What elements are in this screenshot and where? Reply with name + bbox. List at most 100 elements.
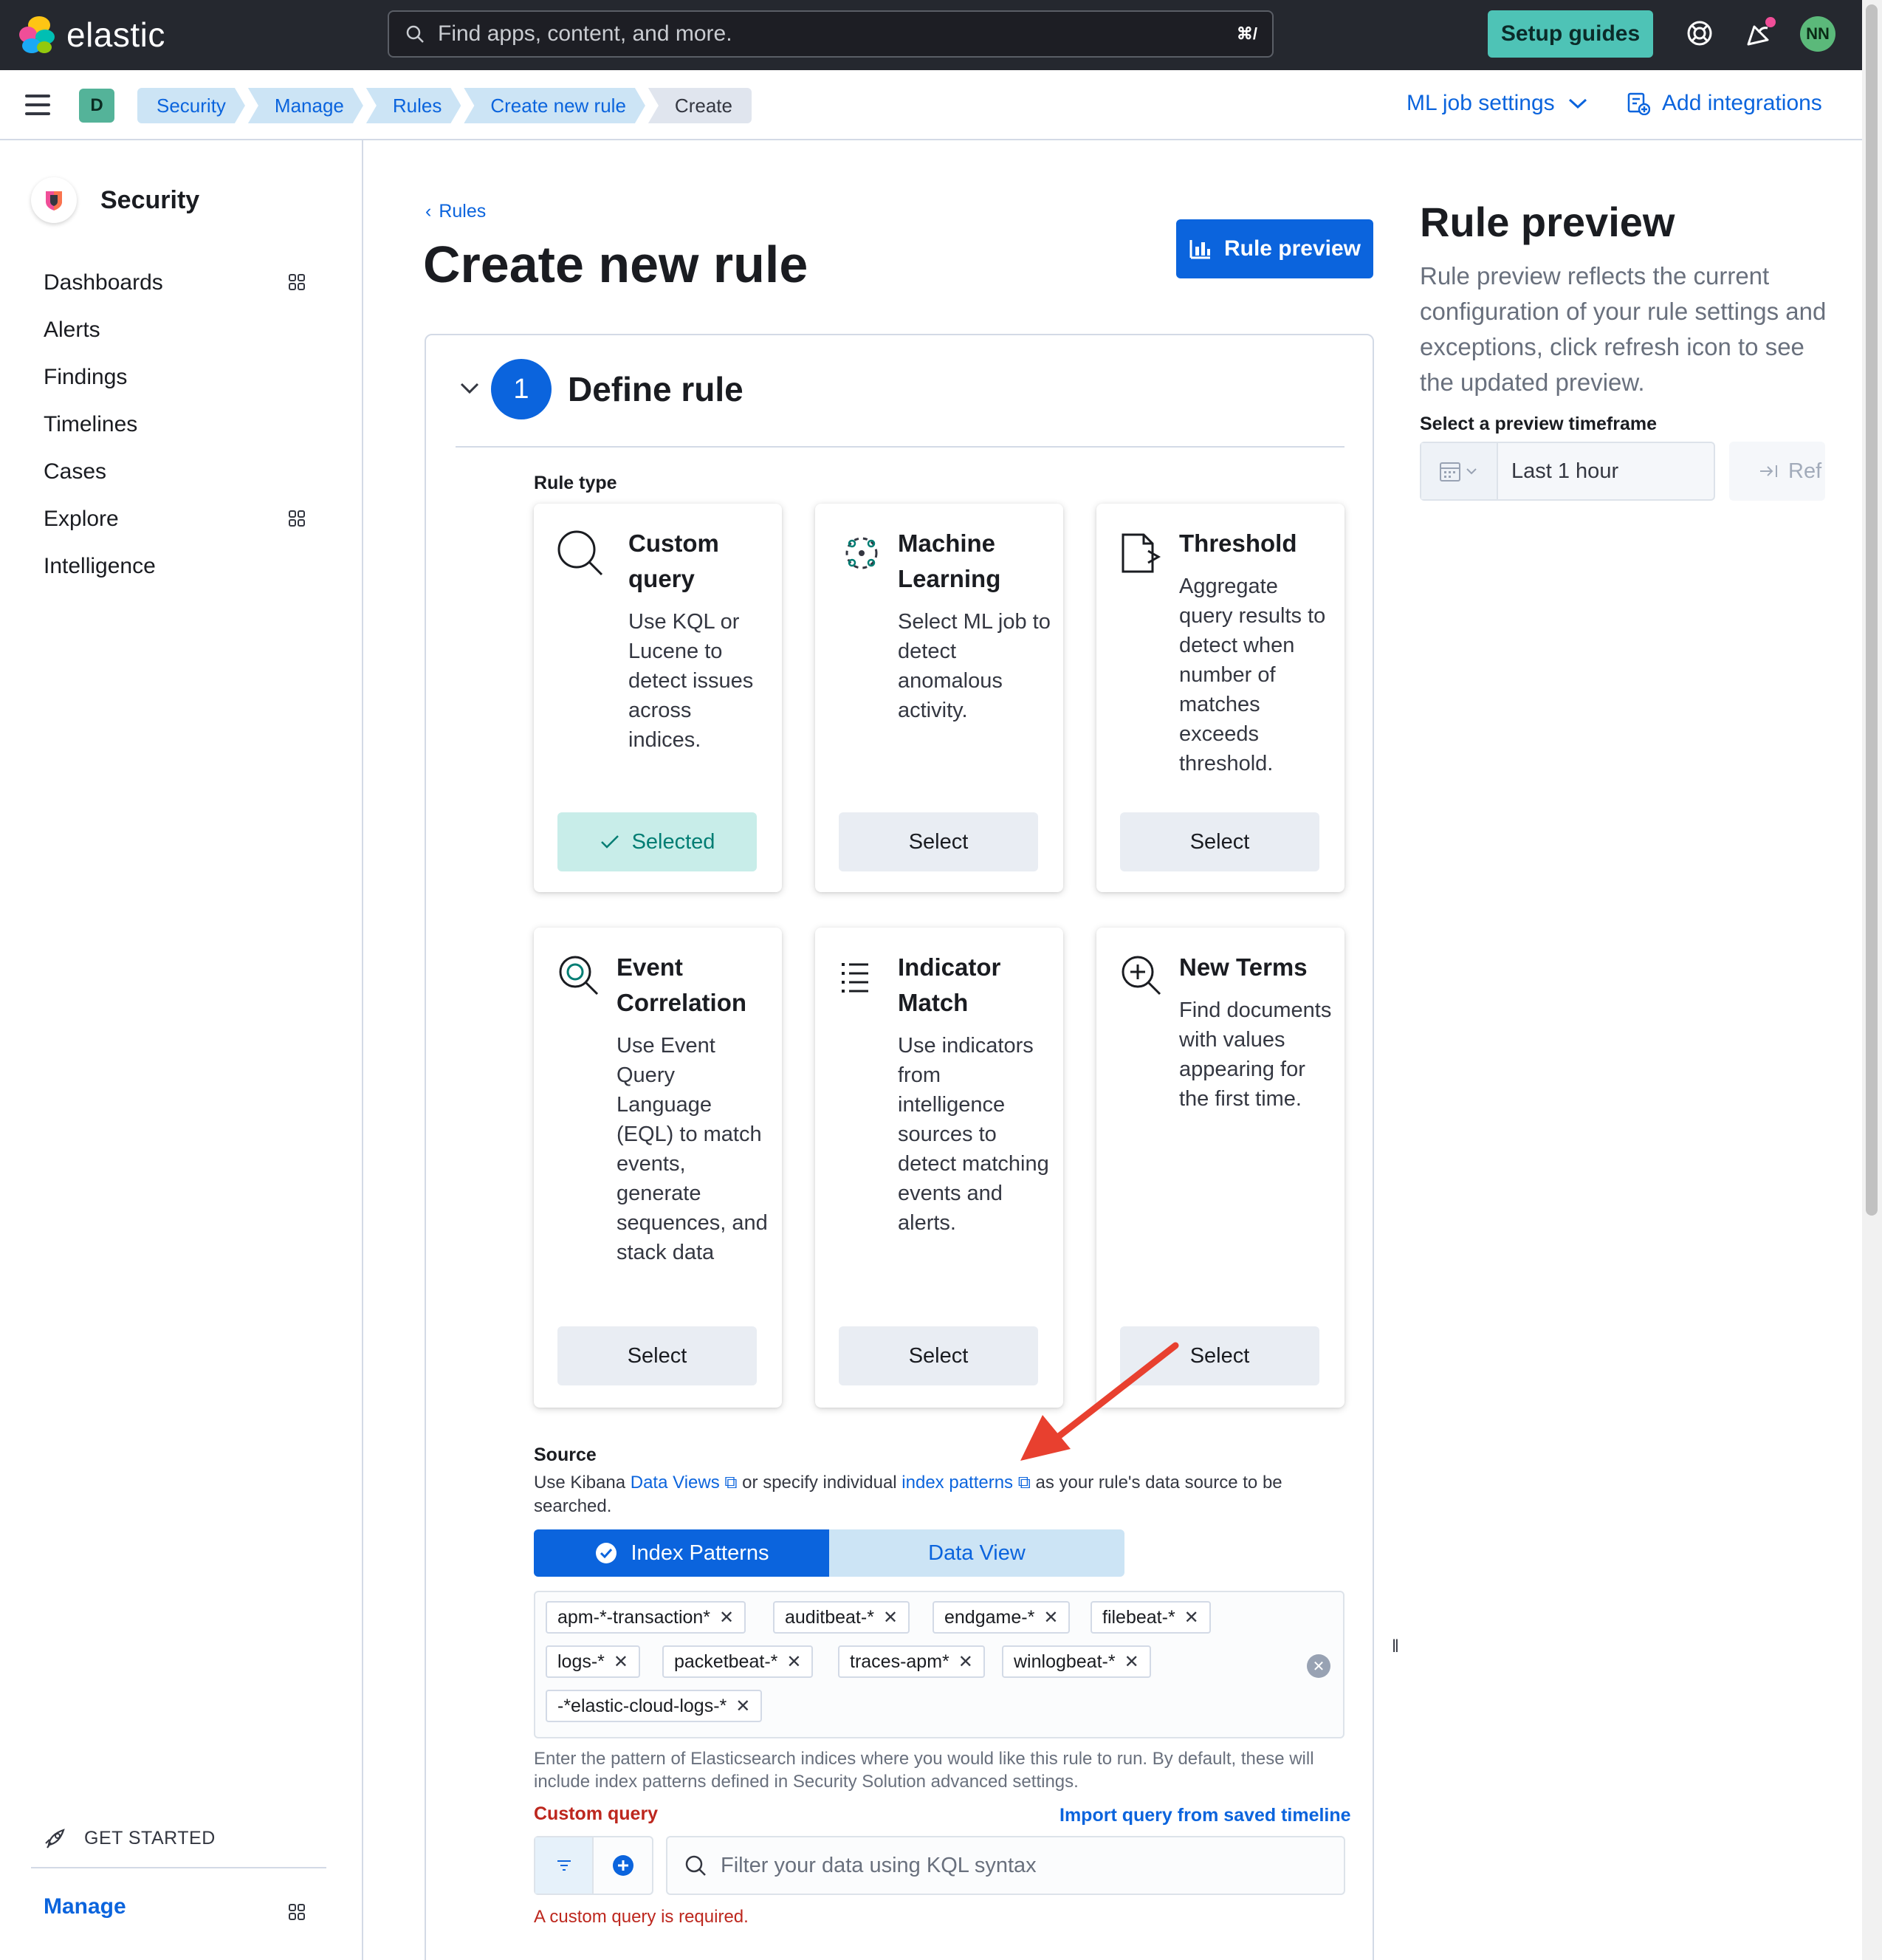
rule-type-card-event-correlation[interactable]: Event Correlation Use Event Query Langua… (534, 928, 782, 1408)
grid-icon[interactable] (288, 273, 306, 291)
chip-label: traces-apm* (850, 1651, 949, 1672)
close-icon[interactable]: ✕ (786, 1651, 801, 1673)
source-description: Use Kibana Data Views ⧉ or specify indiv… (534, 1471, 1346, 1518)
chip-label: -*elastic-cloud-logs-* (557, 1695, 727, 1716)
import-query-link[interactable]: Import query from saved timeline (1060, 1805, 1351, 1826)
setup-guides-button[interactable]: Setup guides (1488, 10, 1653, 58)
custom-query-label: Custom query (534, 1803, 659, 1824)
index-patterns-link[interactable]: index patterns (901, 1473, 1013, 1493)
card-title: Threshold (1179, 530, 1297, 557)
get-started-link[interactable]: GET STARTED (43, 1826, 216, 1851)
close-icon[interactable]: ✕ (719, 1607, 734, 1628)
query-filter-controls (534, 1836, 653, 1895)
select-button[interactable]: Select (1120, 812, 1319, 871)
clear-icon[interactable]: ✕ (1307, 1654, 1330, 1678)
rule-type-card-new-terms[interactable]: New Terms Find documents with values app… (1096, 928, 1344, 1408)
rule-type-card-indicator-match[interactable]: Indicator Match Use indicators from inte… (815, 928, 1063, 1408)
add-filter-icon[interactable] (594, 1837, 652, 1894)
rule-type-label: Rule type (534, 473, 617, 493)
rule-type-card-custom-query[interactable]: Custom query Use KQL or Lucene to detect… (534, 504, 782, 892)
calendar-icon[interactable] (1421, 443, 1498, 499)
sidebar-item-intelligence[interactable]: Intelligence (44, 554, 156, 579)
grid-icon[interactable] (288, 1903, 306, 1921)
breadcrumb-create: Create (648, 88, 752, 123)
source-type-toggle: Index Patterns Data View (534, 1529, 1124, 1577)
index-pattern-chip: winlogbeat-* ✕ (1002, 1645, 1151, 1678)
back-to-rules-link[interactable]: ‹ Rules (425, 201, 486, 222)
kql-placeholder: Filter your data using KQL syntax (721, 1853, 1037, 1877)
card-title: Indicator Match (898, 953, 1001, 1016)
tab-index-patterns-label: Index Patterns (631, 1541, 769, 1565)
kql-query-input[interactable]: Filter your data using KQL syntax (666, 1836, 1345, 1895)
scrollbar-thumb[interactable] (1866, 4, 1878, 1216)
index-patterns-help-text: Enter the pattern of Elasticsearch indic… (534, 1749, 1314, 1792)
sidebar-item-cases[interactable]: Cases (44, 459, 106, 484)
security-logo-icon (31, 177, 77, 223)
card-description: Find documents with values appearing for… (1179, 998, 1332, 1111)
sidebar-brand[interactable]: Security (31, 177, 199, 223)
breadcrumb-create-new-rule[interactable]: Create new rule (464, 88, 645, 123)
sidebar-item-dashboards[interactable]: Dashboards (44, 270, 163, 295)
card-description: Use KQL or Lucene to detect issues acros… (628, 610, 754, 752)
data-views-link[interactable]: Data Views (631, 1473, 720, 1493)
select-button[interactable]: Select (839, 1326, 1038, 1385)
user-avatar[interactable]: NN (1800, 16, 1835, 52)
refresh-button[interactable]: Ref (1729, 442, 1825, 501)
select-button[interactable]: Select (557, 1326, 757, 1385)
external-link-icon: ⧉ (1013, 1473, 1031, 1493)
tab-data-view[interactable]: Data View (829, 1529, 1124, 1577)
resize-handle-icon[interactable]: ‖ (1392, 1637, 1399, 1657)
breadcrumb-manage[interactable]: Manage (248, 88, 363, 123)
search-icon (406, 25, 424, 43)
news-feed-icon[interactable] (1742, 16, 1776, 50)
back-link-label: Rules (439, 201, 487, 222)
page-title: Create new rule (423, 236, 808, 293)
close-icon[interactable]: ✕ (735, 1696, 750, 1717)
page-scrollbar[interactable] (1862, 0, 1882, 1960)
rule-type-card-machine-learning[interactable]: Machine Learning Select ML job to detect… (815, 504, 1063, 892)
sidebar-item-explore[interactable]: Explore (44, 507, 119, 532)
rule-type-card-threshold[interactable]: Threshold Aggregate query results to det… (1096, 504, 1344, 892)
close-icon[interactable]: ✕ (614, 1651, 628, 1673)
sidebar-item-manage[interactable]: Manage (44, 1894, 126, 1919)
filter-options-icon[interactable] (535, 1837, 594, 1894)
elastic-brand-text: elastic (66, 16, 165, 54)
add-integrations-button[interactable]: Add integrations (1627, 91, 1822, 116)
source-text-1: Use Kibana (534, 1473, 631, 1493)
breadcrumb-security[interactable]: Security (137, 88, 245, 123)
breadcrumb: Security Manage Rules Create new rule Cr… (137, 88, 755, 123)
preview-timeframe-select[interactable]: Last 1 hour (1420, 442, 1715, 501)
space-avatar[interactable]: D (79, 89, 114, 123)
global-search-input[interactable]: Find apps, content, and more. ⌘/ (388, 10, 1274, 58)
menu-toggle-icon[interactable] (25, 95, 50, 115)
index-patterns-combobox[interactable]: apm-*-transaction* ✕ auditbeat-* ✕ endgame… (534, 1591, 1344, 1738)
select-button[interactable]: Select (1120, 1326, 1319, 1385)
rule-preview-button[interactable]: Rule preview (1176, 219, 1373, 278)
search-icon (557, 530, 603, 576)
ml-job-settings-button[interactable]: ML job settings (1407, 91, 1589, 116)
sidebar-item-alerts[interactable]: Alerts (44, 318, 100, 343)
rule-preview-label: Rule preview (1223, 236, 1361, 261)
elastic-logo[interactable]: elastic (19, 15, 165, 55)
sidebar-item-findings[interactable]: Findings (44, 365, 127, 390)
tab-index-patterns[interactable]: Index Patterns (534, 1529, 829, 1577)
sidebar-item-timelines[interactable]: Timelines (44, 412, 137, 437)
chip-label: packetbeat-* (674, 1651, 778, 1672)
chip-label: winlogbeat-* (1014, 1651, 1116, 1672)
ml-job-settings-label: ML job settings (1407, 91, 1555, 115)
close-icon[interactable]: ✕ (883, 1607, 898, 1628)
close-icon[interactable]: ✕ (1124, 1651, 1139, 1673)
close-icon[interactable]: ✕ (958, 1651, 973, 1673)
grid-icon[interactable] (288, 510, 306, 527)
index-pattern-chip: apm-*-transaction* ✕ (546, 1601, 746, 1634)
sidebar-divider (31, 1867, 326, 1868)
preview-timeframe-value: Last 1 hour (1511, 459, 1619, 483)
help-icon[interactable] (1683, 16, 1717, 50)
chevron-down-icon[interactable] (459, 380, 481, 397)
close-icon[interactable]: ✕ (1184, 1607, 1199, 1628)
custom-query-error: A custom query is required. (534, 1907, 749, 1927)
close-icon[interactable]: ✕ (1043, 1607, 1058, 1628)
select-button[interactable]: Select (839, 812, 1038, 871)
selected-button[interactable]: Selected (557, 812, 757, 871)
breadcrumb-rules[interactable]: Rules (366, 88, 461, 123)
